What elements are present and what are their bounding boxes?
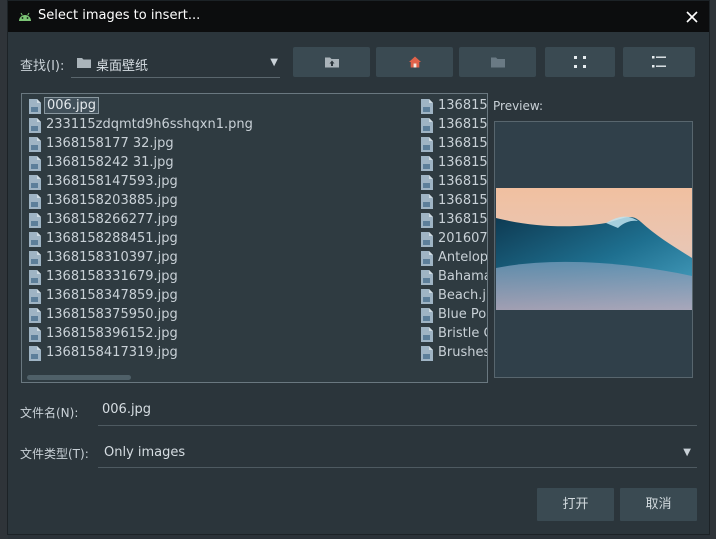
- filetype-value: Only images: [104, 445, 186, 460]
- file-name: 13681584: [438, 117, 488, 132]
- horizontal-scrollbar[interactable]: [27, 375, 131, 380]
- image-file-icon: [420, 308, 434, 323]
- file-name: Bristle Gr: [438, 326, 487, 341]
- file-name: 233115zdqmtd9h6sshqxn1.png: [46, 117, 253, 132]
- file-name: 1368158417319.jpg: [46, 345, 178, 360]
- image-file-icon: [420, 270, 434, 285]
- file-name: 1368158203885.jpg: [46, 193, 178, 208]
- grid-icon: [574, 56, 586, 68]
- file-name: Blue Pon: [438, 307, 487, 322]
- folder-icon: [77, 58, 91, 68]
- close-icon: [686, 11, 698, 23]
- image-file-icon: [28, 289, 42, 304]
- file-name: 1368158310397.jpg: [46, 250, 178, 265]
- file-name: 1368158242 31.jpg: [46, 155, 174, 170]
- file-name: 20160729: [438, 231, 488, 246]
- image-file-icon: [28, 175, 42, 190]
- image-file-icon: [420, 194, 434, 209]
- image-file-icon: [28, 137, 42, 152]
- detail-list-icon: [652, 56, 666, 68]
- image-file-icon: [28, 251, 42, 266]
- folder-icon: [490, 57, 505, 68]
- look-in-label: 查找(I):: [20, 59, 65, 74]
- file-name: 13681585: [438, 155, 488, 170]
- preview-panel: [494, 121, 693, 378]
- file-name: 1368158347859.jpg: [46, 288, 178, 303]
- image-file-icon: [420, 346, 434, 361]
- image-file-icon: [28, 346, 42, 361]
- file-name: Antelope: [438, 250, 488, 265]
- image-file-icon: [420, 213, 434, 228]
- image-file-icon: [420, 251, 434, 266]
- image-file-icon: [28, 118, 42, 133]
- file-name: 1368158288451.jpg: [46, 231, 178, 246]
- image-file-icon: [28, 156, 42, 171]
- chevron-down-icon: ▼: [683, 447, 691, 458]
- image-file-icon: [28, 270, 42, 285]
- image-file-icon: [28, 99, 42, 114]
- image-file-icon: [28, 327, 42, 342]
- folder-up-icon: [324, 57, 339, 68]
- image-file-icon: [28, 213, 42, 228]
- file-name: 1368158396152.jpg: [46, 326, 178, 341]
- image-file-icon: [420, 289, 434, 304]
- image-file-icon: [420, 99, 434, 114]
- new-folder-button[interactable]: [459, 47, 536, 77]
- preview-image: [496, 188, 692, 310]
- image-file-icon: [420, 327, 434, 342]
- window-title: Select images to insert...: [38, 8, 201, 23]
- file-dialog: Select images to insert... 查找(I): 桌面壁纸 ▼: [7, 0, 710, 535]
- image-file-icon: [28, 308, 42, 323]
- file-name: Beach.jpg: [438, 288, 487, 303]
- filename-field[interactable]: [98, 398, 697, 426]
- file-name: 1368158177 32.jpg: [46, 136, 174, 151]
- filetype-combo[interactable]: Only images ▼: [98, 439, 697, 468]
- file-name: 13681585: [438, 212, 488, 227]
- file-name: 1368158147593.jpg: [46, 174, 178, 189]
- look-in-combo[interactable]: 桌面壁纸 ▼: [71, 50, 280, 78]
- open-button[interactable]: 打开: [537, 488, 614, 521]
- file-name: 13681584: [438, 136, 488, 151]
- image-file-icon: [420, 232, 434, 247]
- image-file-icon: [28, 232, 42, 247]
- android-icon: [19, 12, 31, 21]
- home-button[interactable]: [376, 47, 453, 77]
- file-name: 13681585: [438, 193, 488, 208]
- up-folder-button[interactable]: [293, 47, 370, 77]
- file-name: 1368158375950.jpg: [46, 307, 178, 322]
- cancel-button[interactable]: 取消: [620, 488, 697, 521]
- image-file-icon: [420, 175, 434, 190]
- file-name: Bahamas: [438, 269, 487, 284]
- image-file-icon: [420, 118, 434, 133]
- image-file-icon: [28, 194, 42, 209]
- file-name: 1368158331679.jpg: [46, 269, 178, 284]
- filename-input[interactable]: [102, 402, 662, 417]
- file-name: 006.jpg: [44, 97, 100, 114]
- image-file-icon: [420, 156, 434, 171]
- list-view-button[interactable]: [545, 47, 615, 77]
- file-name: 1368158266277.jpg: [46, 212, 178, 227]
- image-file-icon: [420, 137, 434, 152]
- preview-label: Preview:: [493, 99, 544, 113]
- chevron-down-icon: ▼: [270, 57, 278, 68]
- close-button[interactable]: [681, 5, 703, 27]
- file-list[interactable]: 006.jpg 233115zdqmtd9h6sshqxn1.png 1368158…: [21, 93, 488, 383]
- title-bar: Select images to insert...: [8, 1, 709, 32]
- look-in-value: 桌面壁纸: [96, 59, 149, 74]
- background-window-edge-right: [710, 0, 716, 539]
- home-icon: [408, 56, 421, 68]
- file-name: Brushes.j: [438, 345, 487, 360]
- filetype-label: 文件类型(T):: [20, 447, 89, 461]
- file-name: 13681585: [438, 174, 488, 189]
- filename-label: 文件名(N):: [20, 406, 79, 420]
- file-name: 13681584: [438, 98, 488, 113]
- detail-view-button[interactable]: [623, 47, 695, 77]
